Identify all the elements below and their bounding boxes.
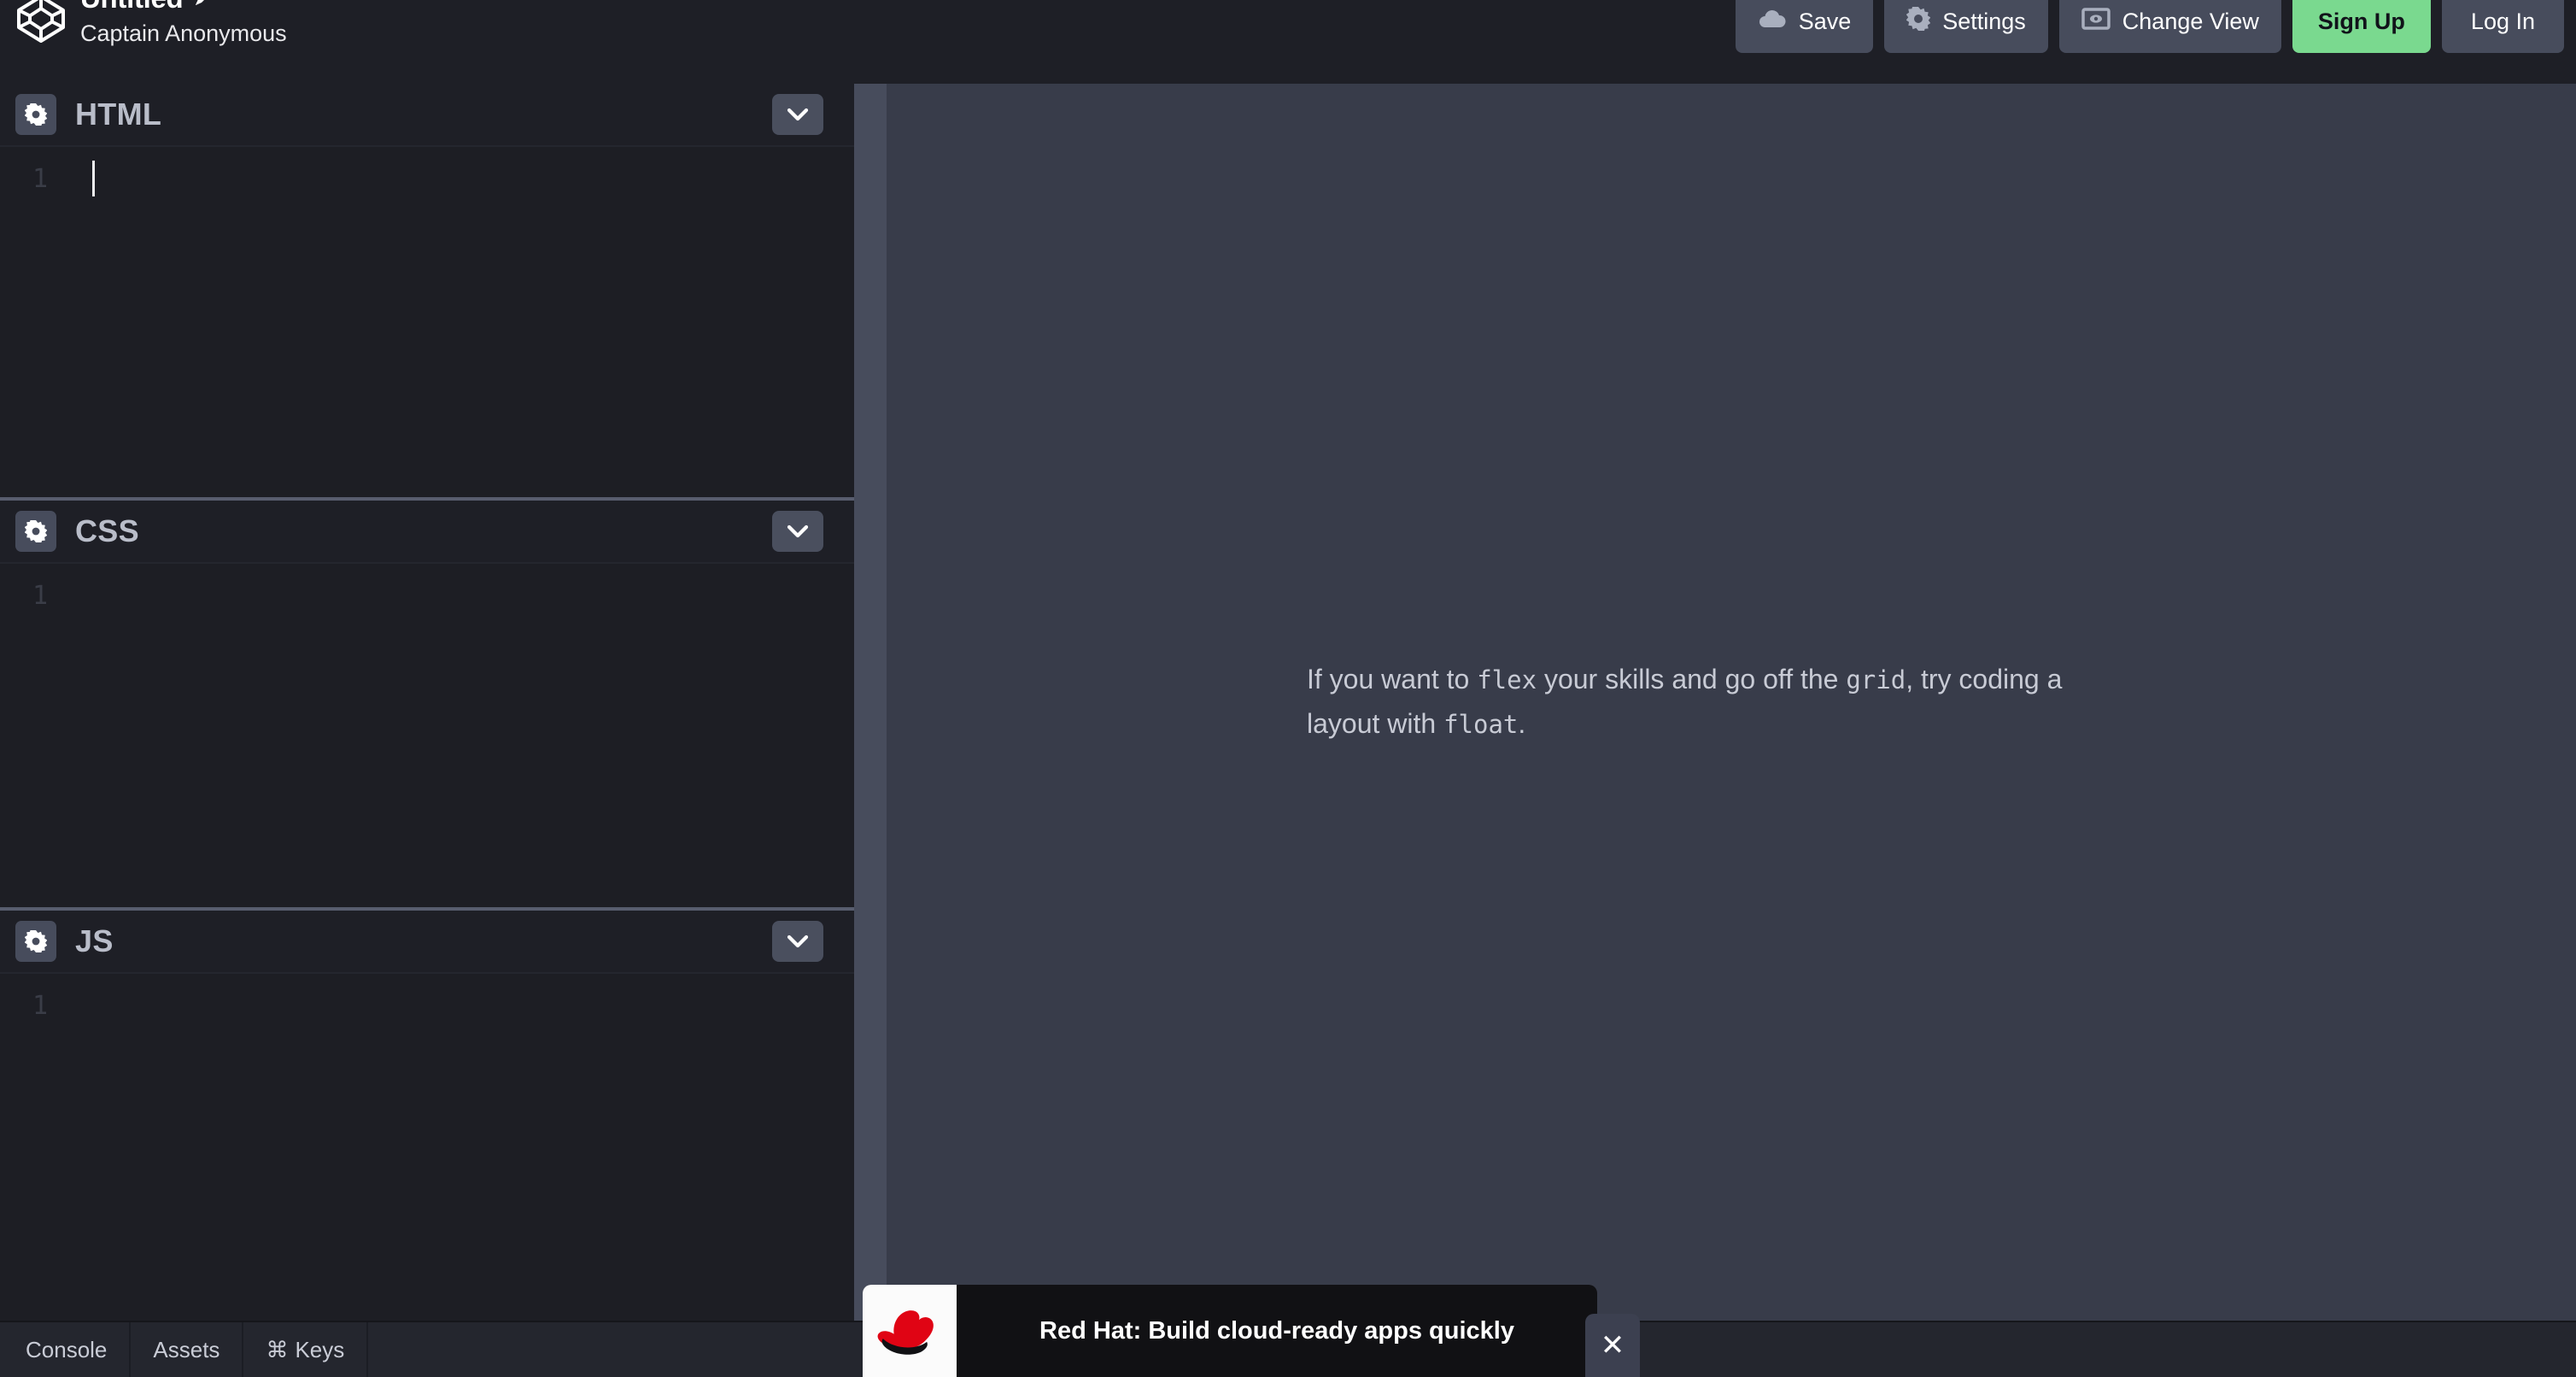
- pen-meta: Untitled Captain Anonymous: [80, 0, 287, 48]
- js-settings-button[interactable]: [15, 921, 56, 962]
- pen-brand-block: Untitled Captain Anonymous: [0, 0, 287, 48]
- gear-icon: [25, 103, 47, 126]
- settings-button-label: Settings: [1942, 8, 2026, 34]
- advertisement-close-button[interactable]: ✕: [1585, 1314, 1640, 1377]
- html-line-number: 1: [32, 164, 49, 194]
- console-button[interactable]: Console: [0, 1322, 132, 1377]
- chevron-down-icon: [787, 935, 809, 948]
- chevron-down-icon: [787, 524, 809, 538]
- preview-code-grid: grid: [1846, 665, 1906, 694]
- pencil-icon[interactable]: [193, 0, 212, 8]
- html-code-editor[interactable]: 1: [0, 145, 854, 497]
- css-collapse-button[interactable]: [772, 511, 823, 552]
- editor-panel-html: HTML 1: [0, 84, 854, 497]
- keyboard-shortcuts-label: Keys: [295, 1336, 345, 1362]
- editor-panel-html-label: HTML: [75, 97, 162, 132]
- change-view-eye-icon: [2081, 7, 2111, 36]
- advertisement-banner[interactable]: Red Hat: Build cloud-ready apps quickly: [863, 1285, 1597, 1377]
- pen-title-row[interactable]: Untitled: [80, 0, 287, 15]
- pen-author[interactable]: Captain Anonymous: [80, 19, 287, 48]
- save-button[interactable]: Save: [1735, 0, 1874, 53]
- assets-button[interactable]: Assets: [131, 1322, 244, 1377]
- css-settings-button[interactable]: [15, 511, 56, 552]
- assets-button-label: Assets: [153, 1336, 220, 1362]
- editor-panel-js: JS 1: [0, 911, 854, 1315]
- console-button-label: Console: [26, 1336, 108, 1362]
- log-in-button[interactable]: Log In: [2441, 0, 2564, 53]
- keyboard-shortcuts-button[interactable]: ⌘ Keys: [243, 1322, 369, 1377]
- css-code-editor[interactable]: 1: [0, 562, 854, 907]
- editor-preview-resize-handle[interactable]: [854, 84, 887, 1321]
- html-text-caret: [92, 161, 95, 196]
- preview-pane: If you want to flex your skills and go o…: [887, 84, 2576, 1321]
- js-collapse-button[interactable]: [772, 921, 823, 962]
- close-icon: ✕: [1600, 1329, 1625, 1362]
- cloud-icon: [1758, 9, 1787, 35]
- preview-code-flex: flex: [1477, 665, 1537, 694]
- page-title: Untitled: [80, 0, 184, 14]
- sign-up-button-label: Sign Up: [2317, 8, 2405, 34]
- gear-icon: [25, 520, 47, 542]
- log-in-button-label: Log In: [2470, 8, 2535, 34]
- codepen-editor-app: Untitled Captain Anonymous: [0, 0, 2576, 1377]
- advertisement-headline: Red Hat: Build cloud-ready apps quickly: [1039, 1316, 1514, 1345]
- css-line-number: 1: [32, 581, 49, 611]
- preview-empty-message: If you want to flex your skills and go o…: [1307, 658, 2084, 747]
- editor-panel-html-header: HTML: [0, 84, 854, 145]
- editor-panel-css-label: CSS: [75, 513, 139, 548]
- editor-panel-css: CSS 1: [0, 501, 854, 907]
- preview-message-part-4: .: [1518, 707, 1526, 739]
- red-hat-fedora-icon: [863, 1285, 957, 1377]
- preview-code-float: float: [1443, 709, 1519, 739]
- gear-icon: [1906, 4, 1931, 37]
- js-line-number: 1: [32, 991, 49, 1021]
- editor-panel-js-label: JS: [75, 923, 114, 958]
- html-settings-button[interactable]: [15, 94, 56, 135]
- editor-panel-js-header: JS: [0, 911, 854, 972]
- gear-icon: [25, 930, 47, 952]
- change-view-button[interactable]: Change View: [2058, 0, 2281, 53]
- header-actions: Save Settings Change View Sign Up Log In: [1735, 0, 2576, 72]
- html-collapse-button[interactable]: [772, 94, 823, 135]
- editor-panel-css-header: CSS: [0, 501, 854, 562]
- preview-message-part-2: your skills and go off the: [1537, 664, 1847, 694]
- command-key-icon: ⌘: [266, 1336, 289, 1362]
- sign-up-button[interactable]: Sign Up: [2292, 0, 2431, 53]
- chevron-down-icon: [787, 108, 809, 121]
- app-header: Untitled Captain Anonymous: [0, 0, 2576, 84]
- save-button-label: Save: [1798, 8, 1852, 34]
- preview-message-part-1: If you want to: [1307, 664, 1478, 694]
- settings-button[interactable]: Settings: [1884, 0, 2048, 53]
- js-code-editor[interactable]: 1: [0, 972, 854, 1315]
- codepen-logo-icon[interactable]: [15, 0, 67, 44]
- editor-column: HTML 1 CSS 1 JS 1: [0, 84, 854, 1321]
- change-view-button-label: Change View: [2122, 8, 2259, 34]
